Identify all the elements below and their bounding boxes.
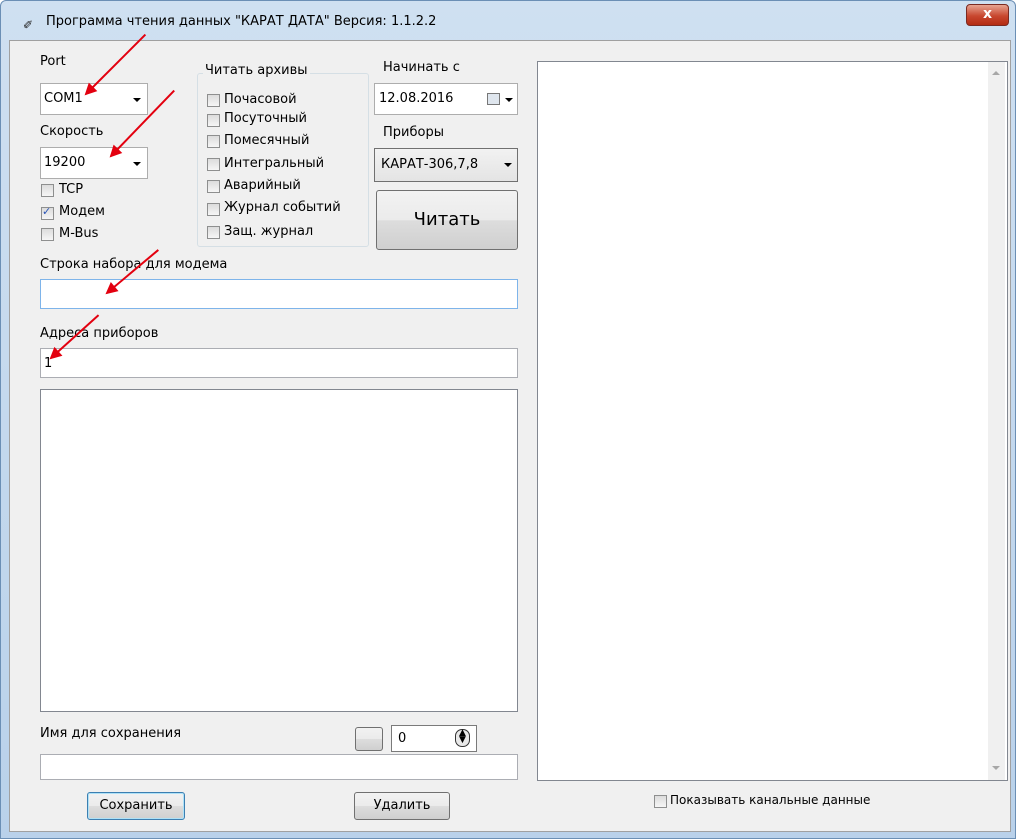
devices-label: Приборы	[383, 125, 444, 140]
tcp-checkbox[interactable]	[41, 184, 54, 197]
start-date-label: Начинать с	[383, 60, 460, 75]
archive-integral-checkbox[interactable]	[207, 158, 220, 171]
archive-hourly-checkbox[interactable]	[207, 94, 220, 107]
archive-protected-checkbox[interactable]	[207, 226, 220, 239]
port-label: Port	[40, 54, 66, 69]
scroll-up-icon[interactable]	[992, 71, 1000, 75]
counter-value: 0	[398, 731, 407, 746]
start-date-picker[interactable]: 12.08.2016	[374, 83, 518, 115]
archive-monthly-label: Помесячный	[224, 133, 310, 148]
devices-select[interactable]: КАРАТ-306,7,8	[374, 148, 518, 182]
delete-button[interactable]: Удалить	[354, 792, 450, 820]
title-bar: ✐ Программа чтения данных "КАРАТ ДАТА" В…	[1, 1, 1015, 39]
archives-title: Читать архивы	[203, 63, 310, 78]
browse-button[interactable]	[355, 727, 383, 751]
tcp-label: TCP	[59, 182, 84, 197]
addresses-input[interactable]: 1	[40, 348, 518, 378]
spin-arrows-icon[interactable]: ▲ ▼	[455, 729, 470, 747]
chevron-down-icon	[504, 163, 512, 167]
vertical-scrollbar[interactable]	[988, 62, 1005, 780]
start-date-value: 12.08.2016	[379, 91, 454, 106]
save-name-input[interactable]	[40, 754, 518, 780]
archive-integral-label: Интегральный	[224, 156, 325, 171]
port-value: COM1	[44, 91, 83, 106]
save-button[interactable]: Сохранить	[87, 792, 185, 820]
app-window: ✐ Программа чтения данных "КАРАТ ДАТА" В…	[0, 0, 1016, 839]
archive-protected-label: Защ. журнал	[224, 224, 314, 239]
chevron-down-icon	[505, 98, 513, 102]
scroll-down-icon[interactable]	[992, 766, 1000, 770]
archive-hourly-label: Почасовой	[224, 92, 297, 107]
archive-daily-label: Посуточный	[224, 111, 307, 126]
calendar-icon	[487, 93, 500, 105]
archive-alarm-checkbox[interactable]	[207, 180, 220, 193]
close-button[interactable]: x	[966, 4, 1009, 26]
counter-spinner[interactable]: 0 ▲ ▼	[391, 725, 477, 752]
channel-data-checkbox[interactable]	[654, 795, 667, 808]
main-panel: Port COM1 Скорость 19200 TCP Модем M-Bus…	[9, 33, 1011, 832]
channel-data-label: Показывать канальные данные	[670, 793, 871, 807]
archive-events-label: Журнал событий	[224, 200, 341, 215]
archive-events-checkbox[interactable]	[207, 203, 220, 216]
read-button[interactable]: Читать	[376, 190, 518, 250]
save-name-label: Имя для сохранения	[40, 726, 182, 741]
log-textarea[interactable]	[40, 389, 518, 712]
speed-label: Скорость	[40, 124, 104, 139]
devices-value: КАРАТ-306,7,8	[381, 157, 479, 172]
chevron-down-icon	[133, 162, 141, 166]
modem-label: Модем	[59, 204, 105, 219]
mbus-label: M-Bus	[59, 226, 99, 241]
speed-value: 19200	[44, 155, 86, 170]
mbus-checkbox[interactable]	[41, 228, 54, 241]
chevron-down-icon	[133, 98, 141, 102]
data-view-panel[interactable]	[537, 61, 1008, 781]
speed-select[interactable]: 19200	[40, 147, 148, 179]
archive-monthly-checkbox[interactable]	[207, 135, 220, 148]
app-icon: ✐	[23, 18, 34, 32]
modem-checkbox[interactable]	[41, 205, 54, 220]
archive-daily-checkbox[interactable]	[207, 114, 220, 127]
addresses-label: Адреса приборов	[40, 326, 159, 341]
archive-alarm-label: Аварийный	[224, 178, 301, 193]
window-title: Программа чтения данных "КАРАТ ДАТА" Вер…	[46, 14, 437, 29]
